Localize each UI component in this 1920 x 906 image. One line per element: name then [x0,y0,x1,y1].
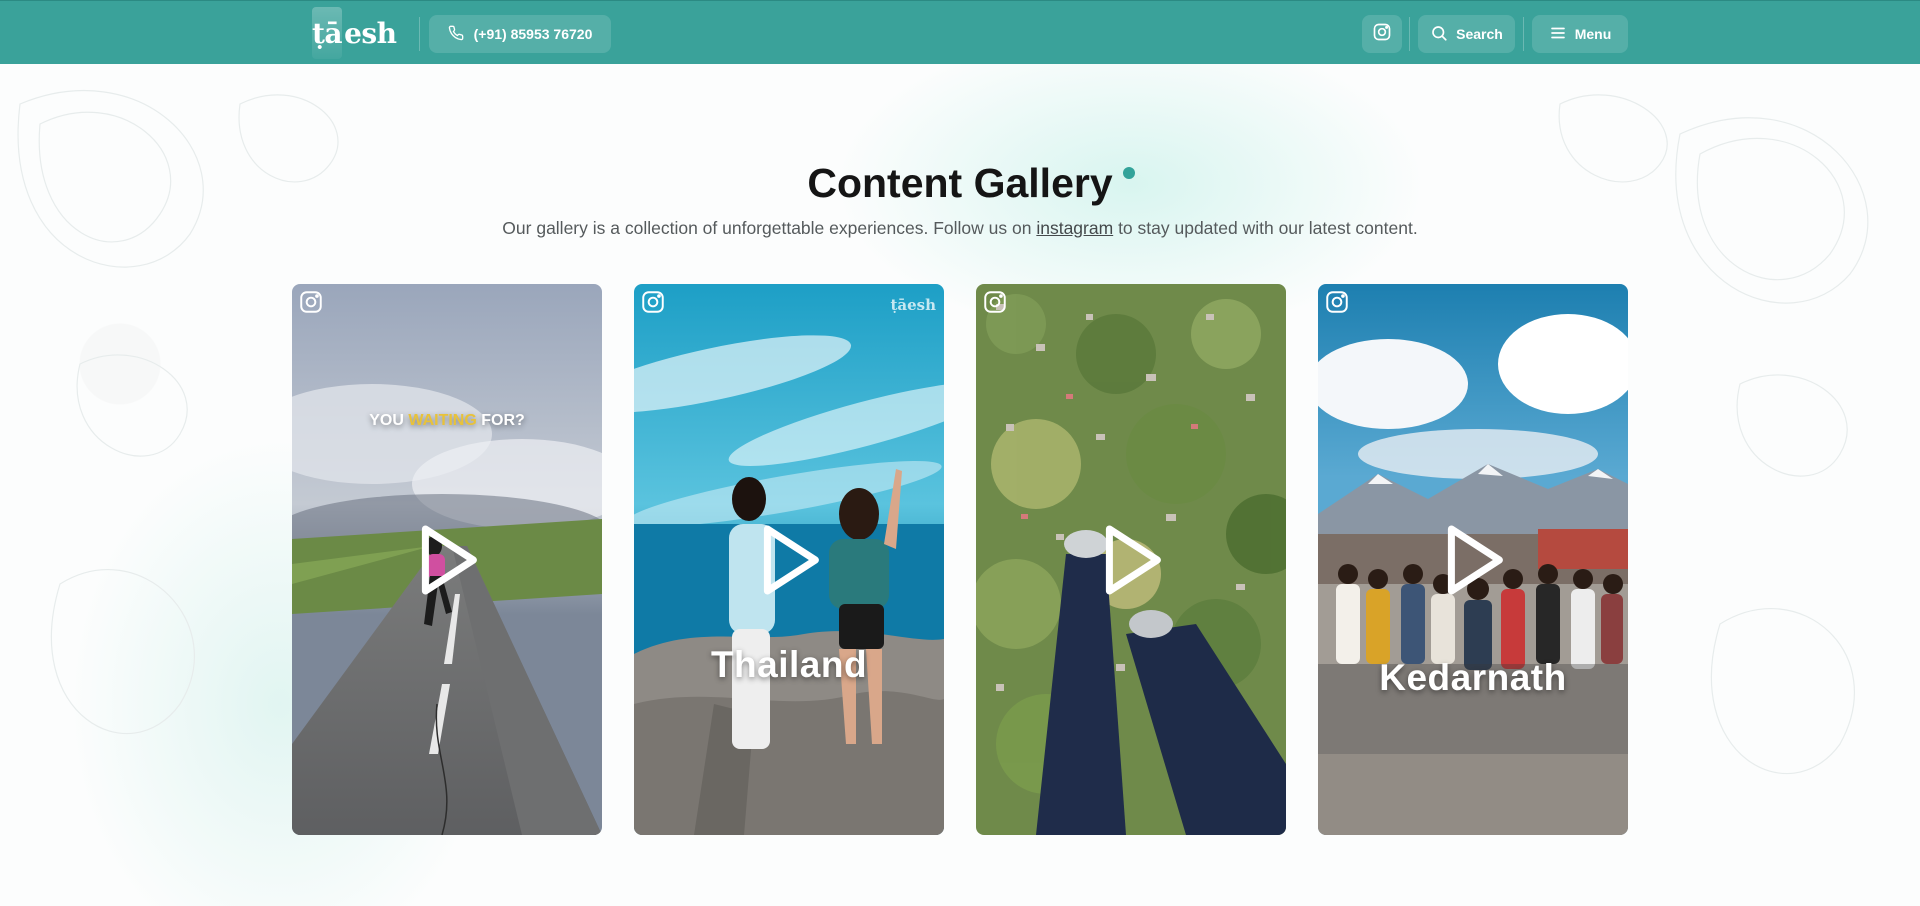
header-divider [1409,17,1410,51]
play-icon[interactable] [1445,525,1505,595]
title-accent-dot [1122,167,1135,179]
instagram-icon [1372,22,1392,46]
search-icon [1430,24,1448,45]
instagram-link[interactable]: instagram [1036,218,1113,238]
logo-text: esh [344,16,397,50]
hamburger-menu-icon [1549,24,1567,45]
card-label: Kedarnath [1379,657,1567,698]
header-divider [419,17,420,51]
play-icon[interactable] [761,525,821,595]
menu-button[interactable]: Menu [1532,15,1628,53]
gallery-card-3[interactable] [976,284,1286,835]
phone-number: (+91) 85953 76720 [473,26,593,42]
gallery-card-4[interactable]: Kedarnath [1318,284,1628,835]
gallery-header: Content Gallery [0,160,1920,207]
instagram-icon [982,289,1008,315]
header-divider [1523,17,1524,51]
gallery-card-1[interactable]: YOU WAITING FOR? [292,284,602,835]
play-icon[interactable] [1103,525,1163,595]
gallery-card-2[interactable]: ṭāesh Thailand [634,284,944,835]
page-title: Content Gallery [807,160,1135,207]
gallery-subtitle: Our gallery is a collection of unforgett… [0,218,1920,239]
logo-mark: ṭā [312,7,343,59]
instagram-icon [298,289,324,315]
menu-label: Menu [1574,26,1612,42]
phone-icon [448,25,464,44]
brand-logo[interactable]: ṭā esh [312,7,397,59]
brand-watermark: ṭāesh [890,296,936,314]
top-navbar: ṭā esh (+91) 85953 76720 Search Menu [0,0,1920,64]
instagram-icon [1324,289,1350,315]
card-label: Thailand [710,644,868,685]
instagram-icon [640,289,666,315]
instagram-button[interactable] [1362,15,1402,53]
page-title-text: Content Gallery [807,160,1113,206]
subtitle-text-before: Our gallery is a collection of unforgett… [502,218,1032,238]
play-icon[interactable] [419,525,479,595]
search-label: Search [1456,26,1503,42]
card-caption: YOU WAITING FOR? [369,412,525,429]
phone-button[interactable]: (+91) 85953 76720 [429,15,611,53]
search-button[interactable]: Search [1418,15,1515,53]
subtitle-text-after: to stay updated with our latest content. [1118,218,1418,238]
